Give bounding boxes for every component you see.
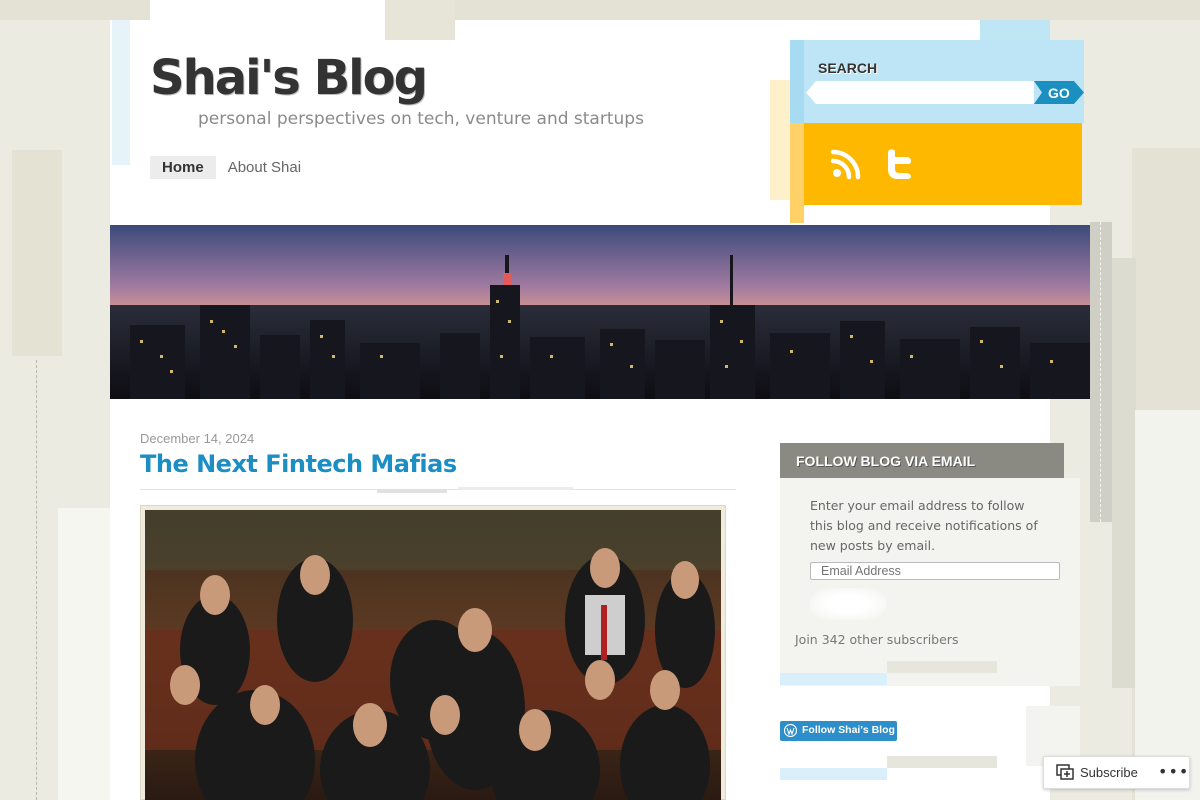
reader-icon xyxy=(1056,764,1074,780)
main-navigation: Home About Shai xyxy=(150,156,313,179)
background-stripe xyxy=(980,20,1050,42)
nav-item-home[interactable]: Home xyxy=(150,156,216,179)
post-divider-accent xyxy=(458,487,573,490)
search-label: SEARCH xyxy=(818,60,878,76)
background-stripe xyxy=(112,20,130,165)
background-stripe xyxy=(1135,410,1200,800)
twitter-icon[interactable] xyxy=(884,148,914,180)
search-input[interactable] xyxy=(806,81,1034,104)
subscribe-button[interactable]: Subscribe xyxy=(1056,764,1138,780)
widget-separator xyxy=(887,756,997,768)
background-stripe xyxy=(1112,258,1136,688)
post-title-link[interactable]: The Next Fintech Mafias xyxy=(140,450,457,478)
background-stripe xyxy=(150,0,385,40)
nav-item-about-shai[interactable]: About Shai xyxy=(216,156,313,179)
subscribe-label: Subscribe xyxy=(1080,764,1138,780)
background-stripe xyxy=(385,0,455,40)
widget-separator xyxy=(780,768,887,780)
post-date: December 14, 2024 xyxy=(140,431,255,446)
widget-separator xyxy=(780,673,887,685)
background-stripe xyxy=(12,150,62,356)
background-stripe xyxy=(1090,222,1112,522)
site-tagline: personal perspectives on tech, venture a… xyxy=(198,109,644,129)
follow-description: Enter your email address to follow this … xyxy=(810,498,1038,553)
post-divider-accent xyxy=(377,489,447,493)
subscriber-count: Join 342 other subscribers xyxy=(795,632,959,647)
follow-blog-badge[interactable]: Follow Shai's Blog xyxy=(780,721,897,741)
background-stripe xyxy=(58,508,110,800)
site-title[interactable]: Shai's Blog xyxy=(150,50,428,106)
wordpress-icon xyxy=(784,724,797,737)
follow-widget-heading: FOLLOW BLOG VIA EMAIL xyxy=(780,443,1064,478)
background-dashed-line xyxy=(36,360,37,800)
post-featured-image[interactable] xyxy=(145,510,721,800)
follow-button[interactable] xyxy=(810,588,886,620)
more-options-button[interactable]: ••• xyxy=(1158,762,1189,781)
background-stripe xyxy=(770,80,792,200)
header-banner-image xyxy=(110,225,1090,399)
rss-icon[interactable] xyxy=(830,148,862,180)
widget-separator xyxy=(887,661,997,673)
email-field[interactable] xyxy=(810,562,1060,580)
